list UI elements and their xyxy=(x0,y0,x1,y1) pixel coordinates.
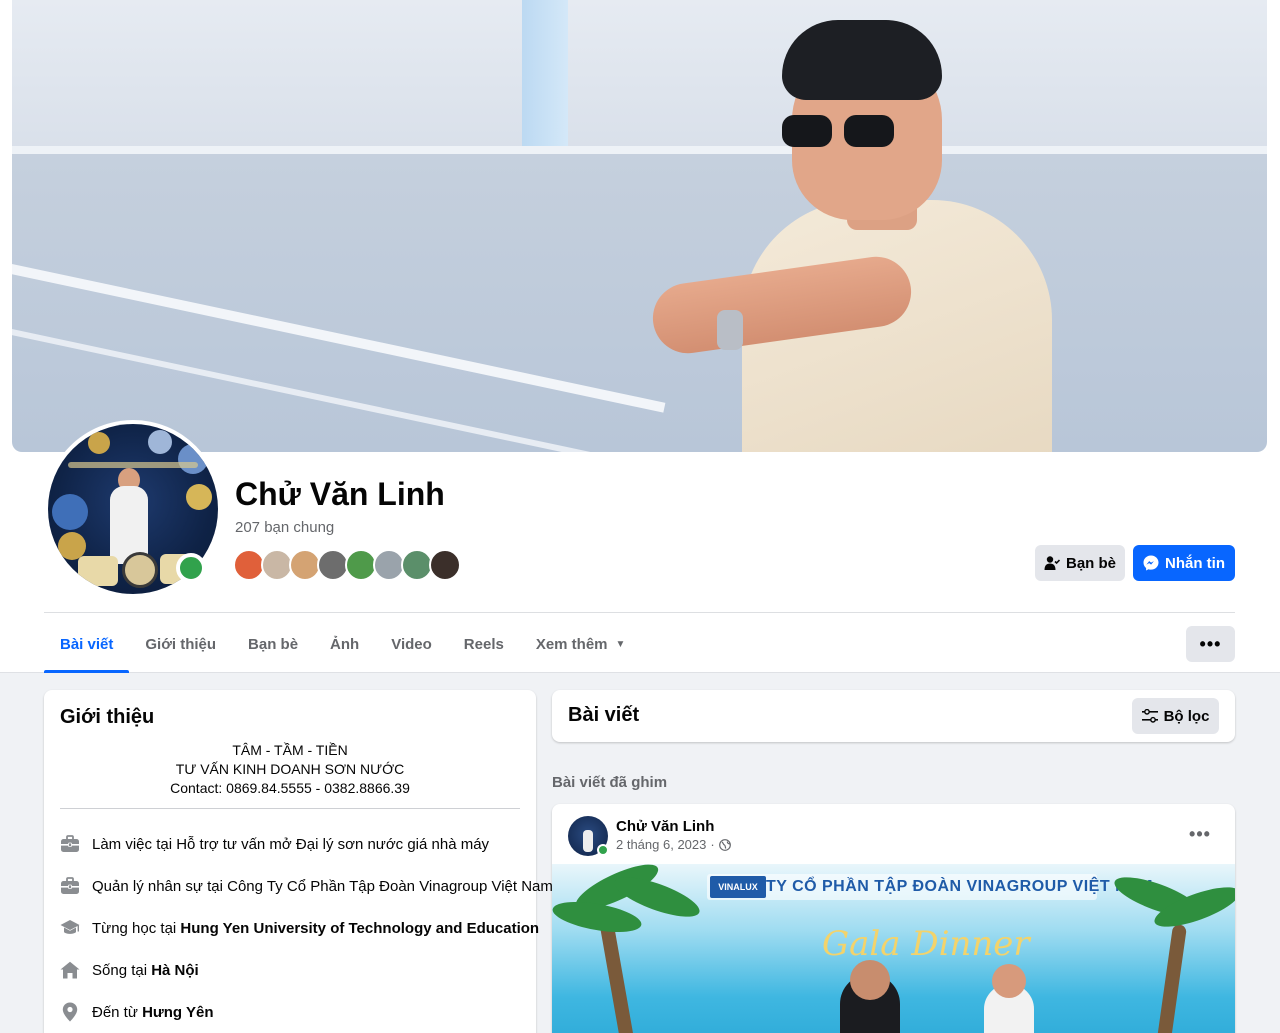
briefcase-icon xyxy=(60,834,80,854)
location-pin-icon xyxy=(60,1002,80,1022)
online-status-indicator xyxy=(176,553,206,583)
online-status-indicator xyxy=(597,844,609,856)
banner-text: CÔNG TY CỔ PHẦN TẬP ĐOÀN VINAGROUP VIỆT … xyxy=(711,878,1153,895)
post-image[interactable]: CÔNG TY CỔ PHẦN TẬP ĐOÀN VINAGROUP VIỆT … xyxy=(552,864,1235,1033)
tab-friends[interactable]: Bạn bè xyxy=(232,615,314,673)
post-person-head xyxy=(992,964,1026,998)
intro-item-link[interactable]: Hưng Yên xyxy=(142,1004,213,1021)
intro-item-prefix: Sống tại xyxy=(92,961,152,979)
friends-button-label: Bạn bè xyxy=(1065,554,1116,572)
header-divider xyxy=(44,612,1235,613)
intro-item-text: Quản lý nhân sự tại Công Ty Cổ Phần Tập … xyxy=(92,877,553,895)
filter-button-label: Bộ lọc xyxy=(1163,707,1210,725)
post-options-button[interactable]: ••• xyxy=(1182,822,1218,846)
post-meta: 2 tháng 6, 2023 · xyxy=(616,837,731,852)
tab-label: Ảnh xyxy=(330,635,360,653)
pinned-post: Chử Văn Linh 2 tháng 6, 2023 · ••• CÔNG … xyxy=(552,804,1235,1033)
message-button[interactable]: Nhắn tin xyxy=(1133,545,1235,581)
gala-dinner-text: Gala Dinner xyxy=(822,924,1030,964)
bio-line: TÂM - TẦM - TIỀN xyxy=(232,742,348,758)
profile-more-button[interactable]: ••• xyxy=(1186,626,1235,662)
intro-item-work: Làm việc tại Hỗ trợ tư vấn mở Đại lý sơn… xyxy=(60,823,530,865)
mutual-friend-avatar[interactable] xyxy=(429,549,461,581)
intro-divider xyxy=(60,808,520,809)
bio-line: Contact: 0869.84.5555 - 0382.8866.39 xyxy=(170,780,410,796)
intro-bio: TÂM - TẦM - TIỀN TƯ VẤN KINH DOANH SƠN N… xyxy=(60,741,520,798)
tab-label: Giới thiệu xyxy=(145,635,217,653)
cover-photo[interactable] xyxy=(12,0,1267,452)
mutual-friends-count[interactable]: 207 bạn chung xyxy=(235,519,334,536)
post-person-head xyxy=(850,960,890,1000)
friend-check-icon xyxy=(1044,556,1060,570)
profile-name: Chử Văn Linh xyxy=(235,476,445,512)
message-button-label: Nhắn tin xyxy=(1165,554,1225,572)
palm-tree xyxy=(1150,923,1188,1033)
intro-item-prefix: Đến từ xyxy=(92,1003,143,1021)
filter-button[interactable]: Bộ lọc xyxy=(1132,698,1219,734)
graduation-cap-icon xyxy=(60,918,80,938)
intro-card: Giới thiệu TÂM - TẦM - TIỀN TƯ VẤN KINH … xyxy=(44,690,553,1033)
tab-label: Bài viết xyxy=(60,635,114,653)
messenger-icon xyxy=(1143,555,1159,571)
cover-person xyxy=(632,20,1052,452)
posts-title: Bài viết xyxy=(568,704,640,726)
intro-title: Giới thiệu xyxy=(60,706,155,728)
intro-item-hometown: Đến từ Hưng Yên xyxy=(60,991,530,1033)
friends-button[interactable]: Bạn bè xyxy=(1035,545,1125,581)
filter-sliders-icon xyxy=(1141,709,1158,723)
tab-posts[interactable]: Bài viết xyxy=(44,615,130,673)
intro-item-text: Từng học tại Hung Yen University of Tech… xyxy=(92,920,539,937)
intro-item-link[interactable]: Hung Yen University of Technology and Ed… xyxy=(180,920,539,937)
intro-item-text: Sống tại Hà Nội xyxy=(92,962,199,979)
cover-stripe xyxy=(12,257,666,413)
tab-label: Video xyxy=(391,635,432,653)
tab-label: Reels xyxy=(463,635,504,653)
posts-header-card: Bài viết Bộ lọc xyxy=(552,690,1235,742)
mutual-friends-avatars[interactable] xyxy=(233,549,461,581)
meta-separator: · xyxy=(710,837,715,852)
intro-item-text: Làm việc tại Hỗ trợ tư vấn mở Đại lý sơn… xyxy=(92,835,490,853)
tab-label: Bạn bè xyxy=(248,635,299,653)
globe-icon xyxy=(718,838,731,851)
tab-see-more[interactable]: Xem thêm ▼ xyxy=(520,615,642,673)
intro-item-education: Từng học tại Hung Yen University of Tech… xyxy=(60,907,539,949)
profile-tabs: Bài viết Giới thiệu Bạn bè Ảnh Video Ree… xyxy=(44,615,641,673)
intro-details: Làm việc tại Hỗ trợ tư vấn mở Đại lý sơn… xyxy=(60,823,553,1033)
post-author-name[interactable]: Chử Văn Linh xyxy=(616,818,714,835)
post-date[interactable]: 2 tháng 6, 2023 xyxy=(616,837,706,852)
cover-pillar xyxy=(522,0,568,150)
intro-item-link[interactable]: Hà Nội xyxy=(151,962,199,979)
bio-line: TƯ VẤN KINH DOANH SƠN NƯỚC xyxy=(175,761,405,777)
intro-item-work: Quản lý nhân sự tại Công Ty Cổ Phần Tập … xyxy=(60,865,553,907)
company-logo: VINALUX xyxy=(710,876,766,898)
tab-photos[interactable]: Ảnh xyxy=(314,615,375,673)
briefcase-icon xyxy=(60,876,80,896)
caret-down-icon: ▼ xyxy=(615,638,626,650)
home-icon xyxy=(60,960,80,980)
intro-item-lives: Sống tại Hà Nội xyxy=(60,949,530,991)
pinned-posts-label: Bài viết đã ghim xyxy=(552,774,668,791)
intro-item-prefix: Từng học tại xyxy=(92,919,181,937)
tab-videos[interactable]: Video xyxy=(375,615,448,673)
intro-item-text: Đến từ Hưng Yên xyxy=(92,1004,214,1021)
tab-label: Xem thêm xyxy=(535,635,608,653)
tab-reels[interactable]: Reels xyxy=(448,615,520,673)
tab-about[interactable]: Giới thiệu xyxy=(129,615,232,673)
